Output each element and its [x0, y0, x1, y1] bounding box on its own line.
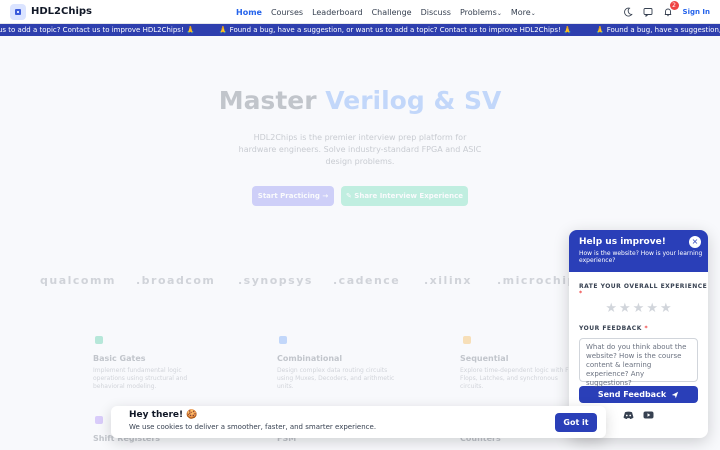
notification-badge: 2: [669, 1, 679, 10]
hero-title-highlight: Verilog & SV: [325, 86, 502, 115]
card-title[interactable]: Basic Gates: [93, 354, 146, 363]
cookie-accept-button[interactable]: Got it: [555, 413, 597, 432]
hero-title: Master Verilog & SV: [0, 86, 720, 115]
rating-label: RATE YOUR OVERALL EXPERIENCE *: [579, 283, 708, 297]
star-icon[interactable]: ★: [660, 301, 672, 316]
required-marker: *: [644, 325, 649, 332]
banner-text: 🙏 Found a bug, have a suggestion, or wan…: [218, 26, 572, 34]
banner-text-partial: us to add a topic? Contact us to improve…: [0, 26, 195, 34]
chevron-down-icon: ⌄: [530, 9, 536, 17]
sign-in-link[interactable]: Sign In: [683, 8, 710, 16]
star-icon[interactable]: ★: [619, 301, 631, 316]
rating-label-text: RATE YOUR OVERALL EXPERIENCE: [579, 283, 708, 290]
chevron-down-icon: ⌄: [496, 9, 502, 17]
nav-more[interactable]: More⌄: [511, 8, 536, 17]
nav-challenge[interactable]: Challenge: [372, 8, 412, 17]
banner-message: Found a bug, have a suggestion, or want …: [229, 26, 561, 34]
discord-icon[interactable]: [621, 409, 637, 421]
required-marker: *: [579, 290, 583, 297]
share-experience-button[interactable]: ✎ Share Interview Experience: [341, 186, 468, 206]
card-title[interactable]: Sequential: [460, 354, 508, 363]
feedback-subtitle: How is the website? How is your learning…: [579, 250, 703, 264]
company-logo: .microchip: [497, 274, 577, 287]
nav-leaderboard[interactable]: Leaderboard: [312, 8, 363, 17]
chat-icon[interactable]: [641, 5, 655, 19]
nav-home[interactable]: Home: [236, 8, 262, 17]
cookie-banner: Hey there! 🍪 We use cookies to deliver a…: [111, 406, 606, 438]
nav-problems-label: Problems: [459, 7, 497, 17]
announcement-banner[interactable]: us to add a topic? Contact us to improve…: [0, 24, 720, 36]
card-desc: Implement fundamental logic operations u…: [93, 367, 188, 390]
company-logo: .synopsys: [238, 274, 313, 287]
nav-links: Home Courses Leaderboard Challenge Discu…: [236, 0, 545, 24]
star-icon[interactable]: ★: [633, 301, 645, 316]
nav-actions: 2 Sign In: [615, 0, 710, 24]
send-icon: [671, 391, 679, 398]
flipflop-icon: [463, 336, 471, 344]
send-feedback-button[interactable]: Send Feedback: [579, 386, 698, 403]
start-practicing-button[interactable]: Start Practicing →: [252, 186, 334, 206]
close-icon[interactable]: ×: [689, 236, 701, 248]
shift-icon: [95, 416, 103, 424]
company-logo: .cadence: [333, 274, 401, 287]
banner-text: 🙏 Found a bug, have a suggestion, or wan…: [596, 24, 720, 36]
bell-icon[interactable]: 2: [661, 1, 679, 19]
banner-message: Found a bug, have a suggestion, or want …: [606, 26, 720, 34]
nav-courses[interactable]: Courses: [271, 8, 303, 17]
hero-subtitle: HDL2Chips is the premier interview prep …: [238, 133, 482, 166]
feedback-label-text: YOUR FEEDBACK: [579, 325, 642, 332]
gate-icon: [95, 336, 103, 344]
nav-discuss[interactable]: Discuss: [421, 8, 451, 17]
feedback-title: Help us improve!: [579, 237, 666, 247]
feedback-textarea[interactable]: What do you think about the website? How…: [579, 338, 698, 387]
feedback-header: Help us improve! How is the website? How…: [569, 230, 708, 272]
send-feedback-label: Send Feedback: [597, 390, 667, 399]
mux-icon: [279, 336, 287, 344]
chip-icon[interactable]: [10, 3, 26, 20]
star-icon[interactable]: ★: [605, 301, 617, 316]
card-title[interactable]: Combinational: [277, 354, 342, 363]
star-rating: ★ ★ ★ ★ ★: [569, 301, 708, 316]
nav-more-label: More: [510, 7, 531, 17]
star-icon[interactable]: ★: [646, 301, 658, 316]
company-logo: .broadcom: [136, 274, 216, 287]
cookie-title: Hey there! 🍪: [129, 410, 198, 420]
banner-track: us to add a topic? Contact us to improve…: [0, 24, 720, 36]
company-logo: qualcomm: [40, 274, 116, 287]
hero-title-plain: Master: [218, 86, 326, 115]
card-desc: Design complex data routing circuits usi…: [277, 367, 395, 390]
feedback-label: YOUR FEEDBACK *: [579, 325, 708, 332]
cookie-text: We use cookies to deliver a smoother, fa…: [129, 423, 377, 431]
brand-name[interactable]: HDL2Chips: [31, 6, 92, 17]
card-desc: Explore time-dependent logic with Flip F…: [460, 367, 576, 390]
nav-problems[interactable]: Problems⌄: [460, 8, 502, 17]
top-navbar: HDL2Chips Home Courses Leaderboard Chall…: [0, 0, 720, 24]
moon-icon[interactable]: [621, 5, 635, 19]
company-logo: .xilinx: [424, 274, 473, 287]
youtube-icon[interactable]: [641, 409, 657, 421]
